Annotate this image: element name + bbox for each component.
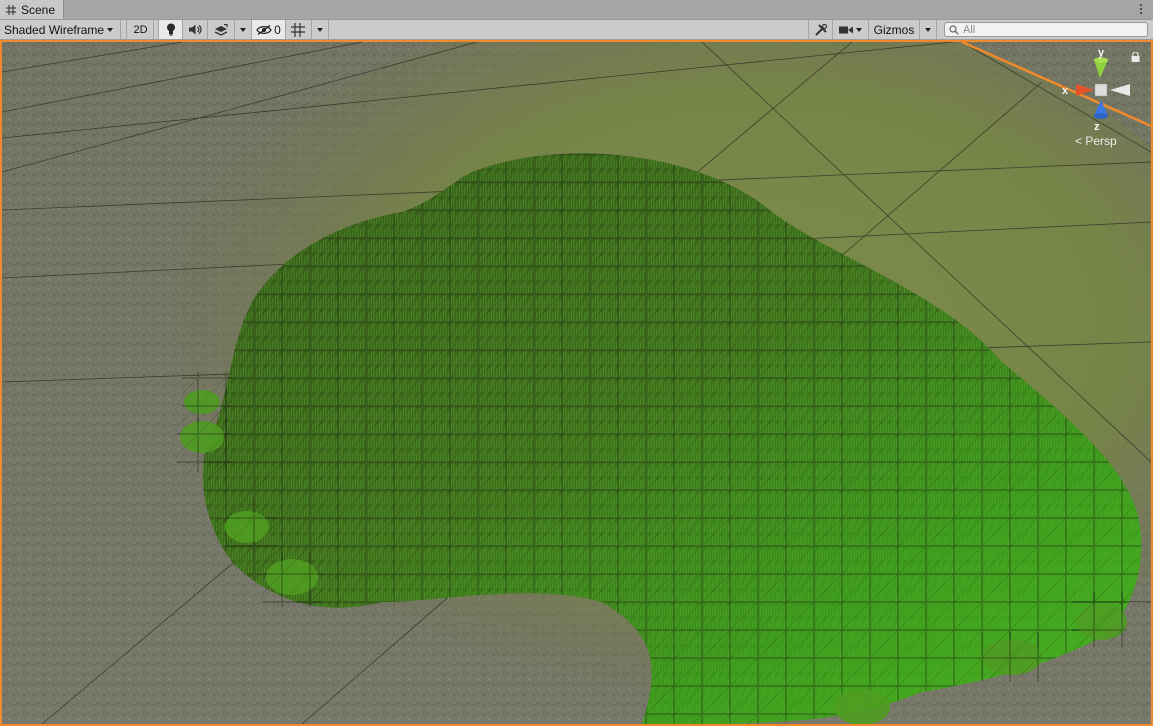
gizmo-axis-neg-x[interactable]	[1110, 84, 1130, 96]
gizmos-dropdown[interactable]	[920, 20, 937, 39]
gizmos-button[interactable]: Gizmos	[869, 20, 920, 39]
grid-dropdown[interactable]	[312, 20, 329, 39]
scene-visibility-toggle[interactable]: 0	[252, 20, 286, 39]
gizmos-label: Gizmos	[873, 22, 915, 37]
effects-dropdown[interactable]	[235, 20, 252, 39]
lock-icon[interactable]	[1131, 52, 1140, 62]
window-menu-icon[interactable]	[1137, 1, 1145, 17]
gizmo-axis-z[interactable]	[1094, 100, 1108, 119]
tools-button[interactable]	[808, 20, 833, 39]
draw-mode-label: Shaded Wireframe	[4, 22, 105, 37]
chevron-down-icon	[240, 27, 246, 32]
window-tab-bar: Scene	[0, 0, 1153, 20]
gizmo-label-z: z	[1094, 121, 1100, 133]
toggle-2d-label: 2D	[133, 23, 148, 36]
search-placeholder: All	[963, 23, 976, 36]
camera-icon	[839, 26, 853, 33]
gizmo-center-cube[interactable]	[1094, 83, 1108, 97]
scene-toolbar: Shaded Wireframe 2D 0 Gizmos All	[0, 20, 1153, 40]
chevron-down-icon	[317, 27, 323, 32]
grid-icon	[6, 4, 16, 15]
grid-toggle[interactable]	[286, 20, 312, 39]
camera-settings-button[interactable]	[833, 20, 869, 39]
hidden-eye-icon	[256, 24, 272, 35]
gizmo-axis-y[interactable]	[1094, 57, 1108, 79]
gizmo-label-x: x	[1062, 85, 1069, 97]
gizmo-axis-x[interactable]	[1076, 84, 1094, 96]
scene-render	[2, 42, 1151, 724]
lightbulb-icon	[166, 23, 175, 36]
toggle-2d-button[interactable]: 2D	[128, 20, 154, 39]
toolbar-separator	[121, 20, 127, 39]
audio-toggle[interactable]	[183, 20, 208, 39]
tab-scene[interactable]: Scene	[0, 0, 64, 19]
tab-label: Scene	[21, 2, 56, 17]
layers-effects-icon	[214, 23, 228, 36]
grid-snap-icon	[291, 22, 305, 37]
scene-viewport[interactable]	[0, 40, 1153, 726]
scene-search-input[interactable]: All	[944, 22, 1148, 37]
speaker-icon	[188, 24, 202, 35]
hidden-count: 0	[274, 22, 281, 37]
chevron-down-icon	[856, 27, 862, 32]
wrench-tools-icon	[814, 23, 827, 36]
draw-mode-dropdown[interactable]: Shaded Wireframe	[0, 20, 121, 39]
gizmo-label-y: y	[1098, 47, 1105, 59]
lighting-toggle[interactable]	[159, 20, 183, 39]
chevron-down-icon	[925, 27, 931, 32]
effects-toggle[interactable]	[208, 20, 235, 39]
projection-toggle[interactable]: < Persp	[1075, 134, 1117, 148]
search-icon	[949, 24, 959, 35]
chevron-down-icon	[107, 27, 114, 32]
